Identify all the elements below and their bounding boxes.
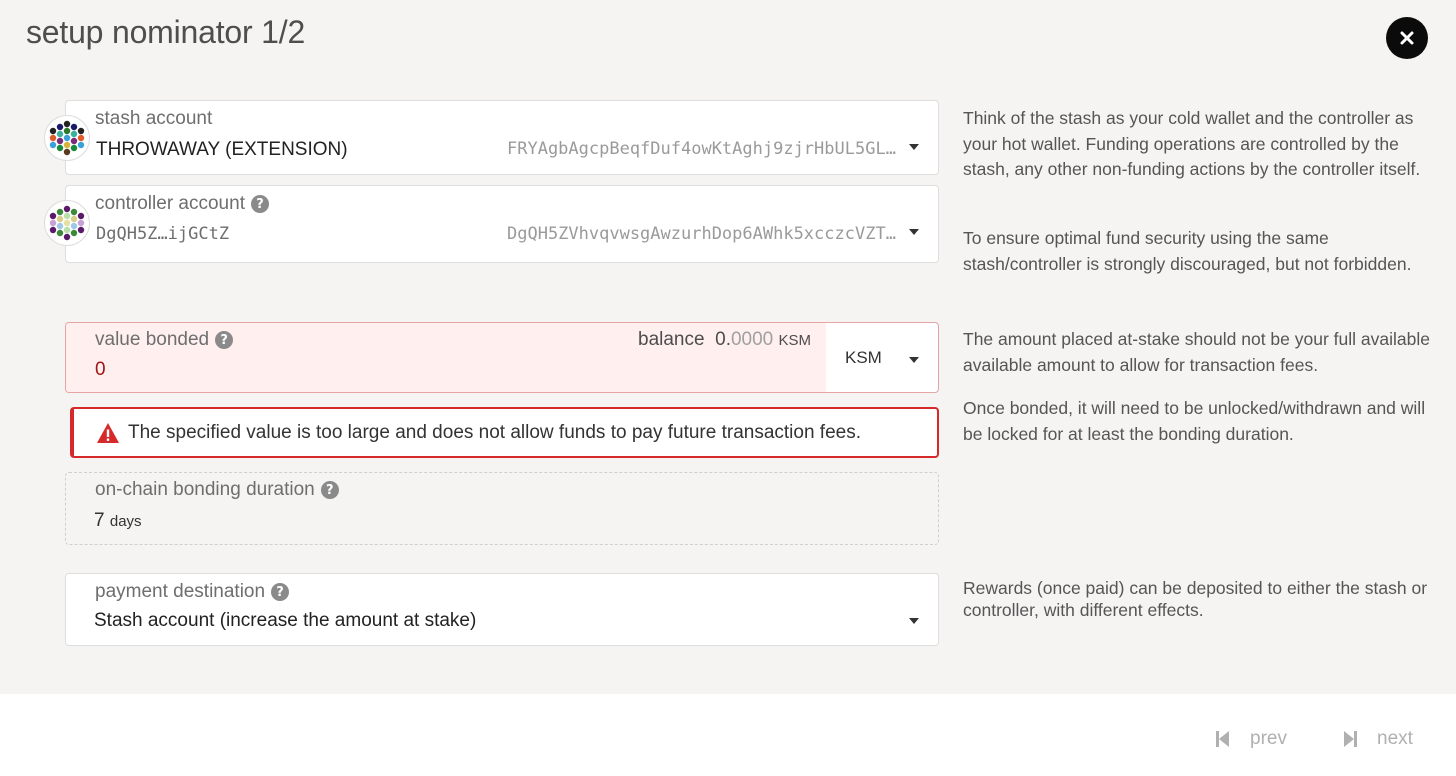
payment-destination-value: Stash account (increase the amount at st… <box>94 610 477 631</box>
help-payment: Rewards (once paid) can be deposited to … <box>963 578 1428 620</box>
payment-destination-label: payment destination ? <box>95 581 290 603</box>
value-bonded-field: value bonded ? 0 balance 0.0000 KSM KSM <box>65 322 939 393</box>
caret-down-icon <box>909 229 919 235</box>
bonding-duration-value: 7 days <box>94 510 142 531</box>
skip-forward-icon <box>1344 731 1357 747</box>
stash-account-address: FRYAgbAgcpBeqfDuf4owKtAghj9zjrHbUL5GL… <box>507 139 896 159</box>
help-icon[interactable]: ? <box>271 583 290 601</box>
help-stash-1: Think of the stash as your cold wallet a… <box>963 108 1421 179</box>
controller-account-label: controller account ? <box>95 193 269 215</box>
warning-icon <box>97 422 119 443</box>
next-button[interactable]: next <box>1343 728 1413 750</box>
caret-down-icon[interactable] <box>909 357 919 363</box>
help-icon[interactable]: ? <box>250 195 269 213</box>
unit-select[interactable]: KSM <box>845 348 882 368</box>
close-button[interactable] <box>1386 17 1428 59</box>
help-bond-1: The amount placed at-stake should not be… <box>963 329 1430 375</box>
controller-account-address: DgQH5ZVhvqvwsgAwzurhDop6AWhk5xcczcVZT… <box>507 224 896 244</box>
modal-title: setup nominator 1/2 <box>26 14 306 50</box>
stash-account-name: THROWAWAY (EXTENSION) <box>96 139 348 160</box>
error-message: The specified value is too large and doe… <box>70 407 939 458</box>
prev-button[interactable]: prev <box>1216 728 1287 750</box>
bonding-duration: on-chain bonding duration ? 7 days <box>65 472 939 545</box>
close-icon <box>1400 31 1414 45</box>
value-bonded-label: value bonded ? <box>95 329 234 351</box>
controller-account-name: DgQH5Z…ijGCtZ <box>96 224 230 244</box>
skip-back-icon <box>1216 731 1229 747</box>
help-bond-2: Once bonded, it will need to be unlocked… <box>963 398 1426 444</box>
caret-down-icon <box>909 618 919 624</box>
help-icon[interactable]: ? <box>215 331 234 349</box>
error-text: The specified value is too large and doe… <box>128 421 862 443</box>
help-stash-2: To ensure optimal fund security using th… <box>963 228 1412 274</box>
balance-readout: balance 0.0000 KSM <box>638 329 812 350</box>
payment-destination-select[interactable]: payment destination ? Stash account (inc… <box>65 573 939 646</box>
controller-account-select[interactable]: controller account ? DgQH5Z…ijGCtZ DgQH5… <box>65 185 939 263</box>
identicon <box>44 115 90 161</box>
value-bonded-value[interactable]: 0 <box>95 359 106 381</box>
help-icon[interactable]: ? <box>320 481 339 499</box>
bonding-duration-label: on-chain bonding duration ? <box>95 479 339 501</box>
caret-down-icon <box>909 144 919 150</box>
stash-account-select[interactable]: stash account THROWAWAY (EXTENSION) FRYA… <box>65 100 939 175</box>
identicon <box>44 200 90 246</box>
stash-account-label: stash account <box>95 108 213 129</box>
